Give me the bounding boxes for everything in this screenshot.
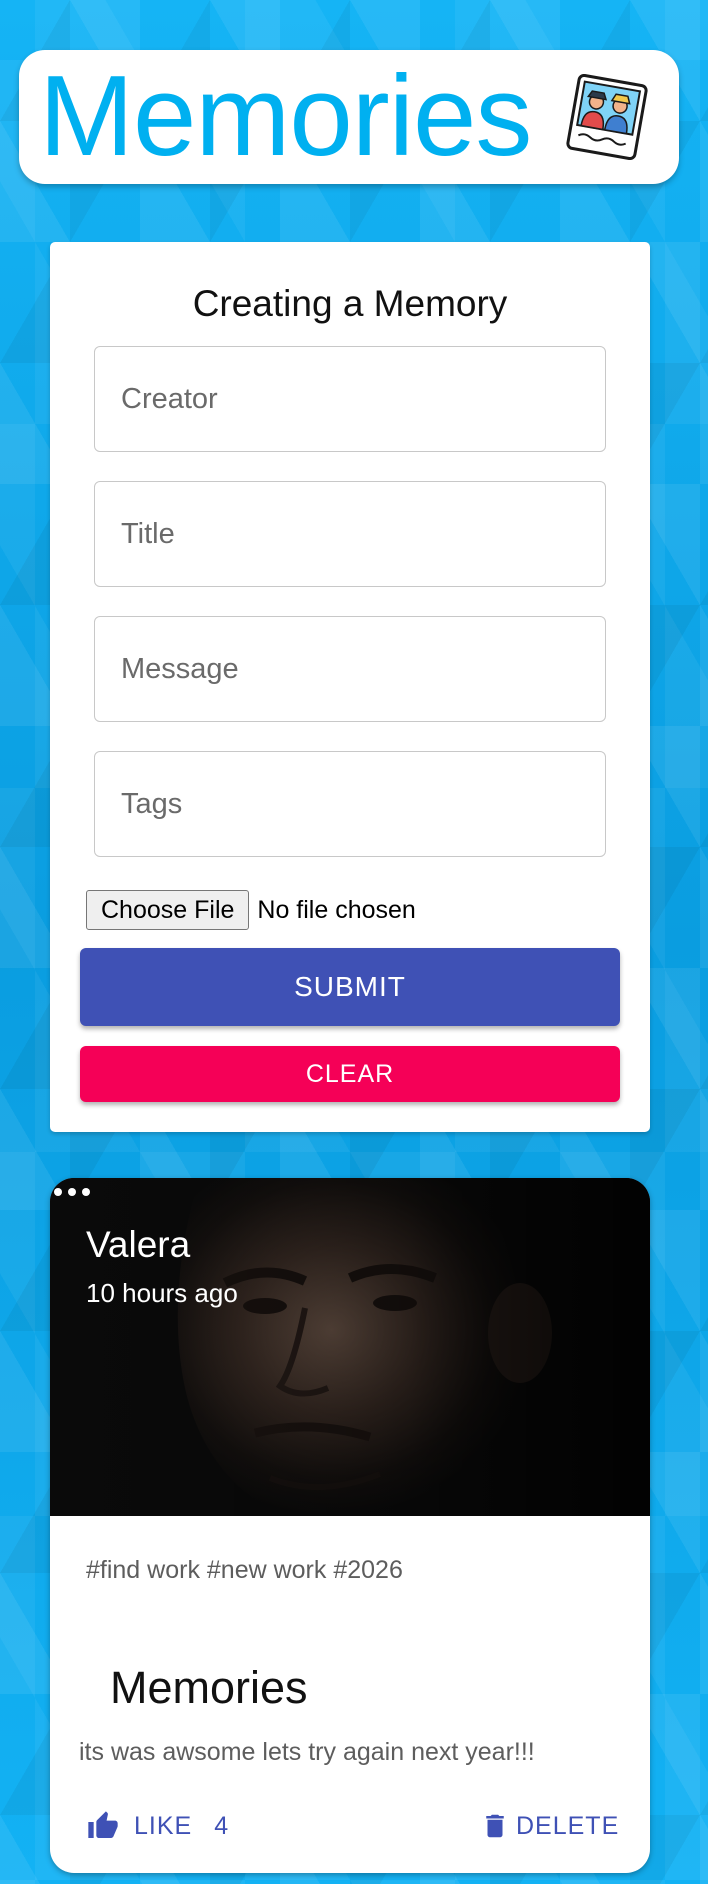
message-input[interactable] bbox=[95, 617, 605, 721]
creator-field[interactable] bbox=[94, 346, 606, 452]
memories-photo-icon bbox=[566, 74, 648, 160]
more-options-icon[interactable] bbox=[50, 1178, 94, 1206]
file-status: No file chosen bbox=[257, 895, 416, 924]
form-heading: Creating a Memory bbox=[192, 283, 508, 324]
creator-input[interactable] bbox=[95, 347, 605, 451]
tags-field[interactable] bbox=[94, 751, 606, 857]
message-field[interactable] bbox=[94, 616, 606, 722]
delete-button[interactable]: DELETE bbox=[480, 1808, 619, 1844]
thumb-up-icon bbox=[88, 1811, 118, 1838]
post-message: its was awsome lets try again next year!… bbox=[79, 1738, 535, 1766]
submit-button[interactable]: SUBMIT bbox=[80, 948, 620, 1026]
like-label: LIKE bbox=[134, 1811, 193, 1840]
memory-form: Creating a Memory Choose File No file ch… bbox=[50, 242, 650, 1132]
app-header: Memories bbox=[19, 50, 679, 184]
post-time: 10 hours ago bbox=[86, 1278, 238, 1308]
title-input[interactable] bbox=[95, 482, 605, 586]
app-title: Memories bbox=[39, 53, 532, 180]
file-upload: Choose File No file chosen bbox=[86, 890, 416, 930]
trash-icon bbox=[486, 1814, 504, 1838]
post-creator: Valera bbox=[86, 1224, 191, 1265]
choose-file-button[interactable]: Choose File bbox=[86, 890, 250, 930]
post-title: Memories bbox=[110, 1662, 308, 1713]
title-field[interactable] bbox=[94, 481, 606, 587]
tags-input[interactable] bbox=[95, 752, 605, 856]
post-tags: #find work #new work #2026 bbox=[86, 1556, 403, 1584]
memory-post-card: Valera 10 hours ago #find work #new work… bbox=[50, 1178, 650, 1873]
like-button[interactable]: LIKE 4 bbox=[86, 1808, 228, 1844]
post-image: Valera 10 hours ago bbox=[50, 1178, 650, 1516]
clear-button[interactable]: CLEAR bbox=[80, 1046, 620, 1102]
like-count: 4 bbox=[214, 1811, 229, 1840]
delete-label: DELETE bbox=[516, 1811, 620, 1840]
